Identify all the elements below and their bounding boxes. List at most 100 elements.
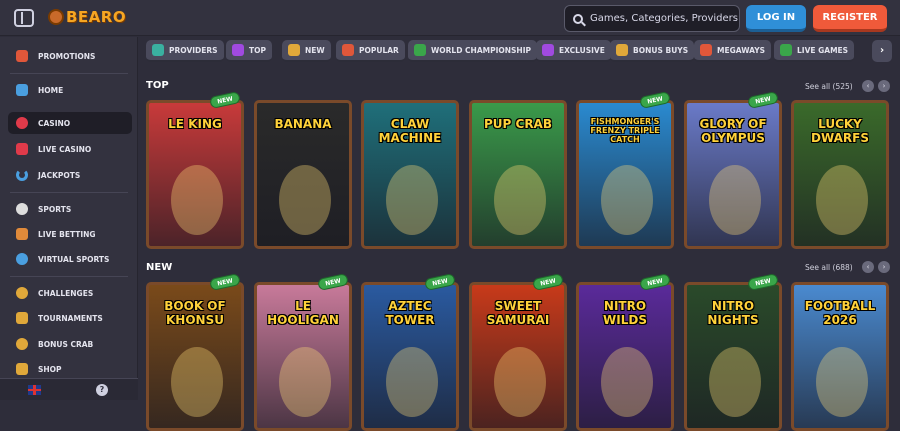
sidebar-item-shop[interactable]: SHOP (8, 358, 132, 380)
next-arrow-icon[interactable]: › (878, 261, 890, 273)
live-icon (16, 228, 28, 240)
providers-icon (152, 44, 164, 56)
sidebar-item-live-casino[interactable]: LIVE CASINO (8, 138, 132, 160)
sidebar-item-sports[interactable]: SPORTS (8, 198, 132, 220)
sidebar-item-casino[interactable]: CASINO (8, 112, 132, 134)
category-label: NEW (305, 45, 325, 55)
gift-icon (616, 44, 628, 56)
register-button[interactable]: REGISTER (813, 5, 887, 32)
game-card[interactable]: GLORY OF OLYMPUS (684, 100, 782, 249)
category-bonus-buys[interactable]: BONUS BUYS (610, 40, 695, 62)
game-title: AZTEC TOWER (385, 299, 435, 327)
game-art (816, 347, 868, 417)
sidebar-toggle-icon[interactable] (14, 9, 34, 27)
trophy-icon (414, 44, 426, 56)
game-card[interactable]: AZTEC TOWER (361, 282, 459, 431)
game-art (171, 347, 223, 417)
cards-icon (16, 143, 28, 155)
sidebar-item-tournaments[interactable]: TOURNAMENTS (8, 307, 132, 329)
uk-flag-icon[interactable] (28, 385, 41, 395)
megaways-icon (700, 44, 712, 56)
search-placeholder: Games, Categories, Providers (590, 13, 738, 24)
target-icon (16, 287, 28, 299)
category-next-arrow-icon[interactable]: › (872, 40, 892, 62)
lightning-icon (288, 44, 300, 56)
category-popular[interactable]: POPULAR (336, 40, 405, 62)
game-card[interactable]: BOOK OF KHONSU (146, 282, 244, 431)
category-live-games[interactable]: LIVE GAMES (774, 40, 855, 62)
sidebar-item-label: SHOP (38, 364, 62, 374)
sidebar-item-challenges[interactable]: CHALLENGES (8, 282, 132, 304)
login-button[interactable]: LOG IN (746, 5, 806, 32)
category-megaways[interactable]: MEGAWAYS (694, 40, 772, 62)
game-art (601, 347, 653, 417)
game-title: NITRO WILDS (603, 299, 647, 327)
game-card[interactable]: LE KING (146, 100, 244, 249)
sidebar-item-label: LIVE CASINO (38, 144, 92, 154)
category-new[interactable]: NEW (282, 40, 331, 62)
logo-text: BEARO (66, 8, 127, 26)
sidebar-item-home[interactable]: HOME (8, 79, 132, 101)
sidebar-item-jackpots[interactable]: JACKPOTS (8, 164, 132, 186)
sidebar-item-live-betting[interactable]: LIVE BETTING (8, 223, 132, 245)
game-art (279, 165, 331, 235)
game-card[interactable]: LE HOOLIGAN (254, 282, 352, 431)
game-title: PUP CRAB (484, 117, 552, 131)
category-exclusive[interactable]: EXCLUSIVE (536, 40, 611, 62)
game-art (816, 165, 868, 235)
shop-icon (16, 363, 28, 375)
category-label: PROVIDERS (169, 45, 218, 55)
trophy-icon (16, 312, 28, 324)
section-title-new: NEW (146, 262, 173, 273)
game-card[interactable]: NITRO WILDS (576, 282, 674, 431)
category-providers[interactable]: PROVIDERS (146, 40, 224, 62)
game-art (709, 165, 761, 235)
live-icon (780, 44, 792, 56)
game-card[interactable]: LUCKY DWARFS (791, 100, 889, 249)
soccer-ball-icon (16, 203, 28, 215)
see-all-top-link[interactable]: See all (525) (805, 82, 853, 91)
category-label: LIVE GAMES (797, 45, 849, 55)
prev-arrow-icon[interactable]: ‹ (862, 261, 874, 273)
sidebar-footer: ? (0, 378, 138, 400)
category-world-championship[interactable]: WORLD CHAMPIONSHIP (408, 40, 537, 62)
game-card[interactable]: NITRO NIGHTS (684, 282, 782, 431)
top-bar: BEARO Games, Categories, Providers LOG I… (0, 0, 900, 36)
sidebar-item-bonus-crab[interactable]: BONUS CRAB (8, 333, 132, 355)
game-card[interactable]: CLAW MACHINE (361, 100, 459, 249)
sidebar: PROMOTIONS HOME CASINO LIVE CASINO JACKP… (0, 37, 138, 400)
game-title: LE KING (168, 117, 222, 131)
game-art (386, 347, 438, 417)
category-label: EXCLUSIVE (559, 45, 605, 55)
sidebar-item-label: BONUS CRAB (38, 339, 94, 349)
category-top[interactable]: TOP (226, 40, 272, 62)
help-icon[interactable]: ? (96, 384, 108, 396)
game-card[interactable]: FISHMONGER'S FRENZY TRIPLE CATCH (576, 100, 674, 249)
logo[interactable]: BEARO (48, 8, 126, 26)
game-card[interactable]: PUP CRAB (469, 100, 567, 249)
category-label: MEGAWAYS (717, 45, 766, 55)
category-label: WORLD CHAMPIONSHIP (431, 45, 531, 55)
game-card[interactable]: FOOTBALL 2026 (791, 282, 889, 431)
game-card[interactable]: SWEET SAMURAI (469, 282, 567, 431)
game-art (601, 165, 653, 235)
game-title: NITRO NIGHTS (707, 299, 759, 327)
game-title: SWEET SAMURAI (486, 299, 550, 327)
game-title: BOOK OF KHONSU (164, 299, 226, 327)
next-arrow-icon[interactable]: › (878, 80, 890, 92)
sidebar-item-promotions[interactable]: PROMOTIONS (8, 45, 132, 67)
search-input[interactable]: Games, Categories, Providers (564, 5, 740, 32)
diamond-icon (542, 44, 554, 56)
sidebar-item-label: LIVE BETTING (38, 229, 96, 239)
game-art (709, 347, 761, 417)
star-icon (232, 44, 244, 56)
category-label: TOP (249, 45, 266, 55)
globe-icon (16, 253, 28, 265)
see-all-new-link[interactable]: See all (688) (805, 263, 853, 272)
category-bar: PROVIDERS TOP NEW POPULAR WORLD CHAMPION… (146, 40, 894, 62)
sidebar-item-virtual-sports[interactable]: VIRTUAL SPORTS (8, 248, 132, 270)
sidebar-item-label: TOURNAMENTS (38, 313, 103, 323)
game-card[interactable]: BANANA (254, 100, 352, 249)
search-icon (573, 13, 583, 24)
prev-arrow-icon[interactable]: ‹ (862, 80, 874, 92)
